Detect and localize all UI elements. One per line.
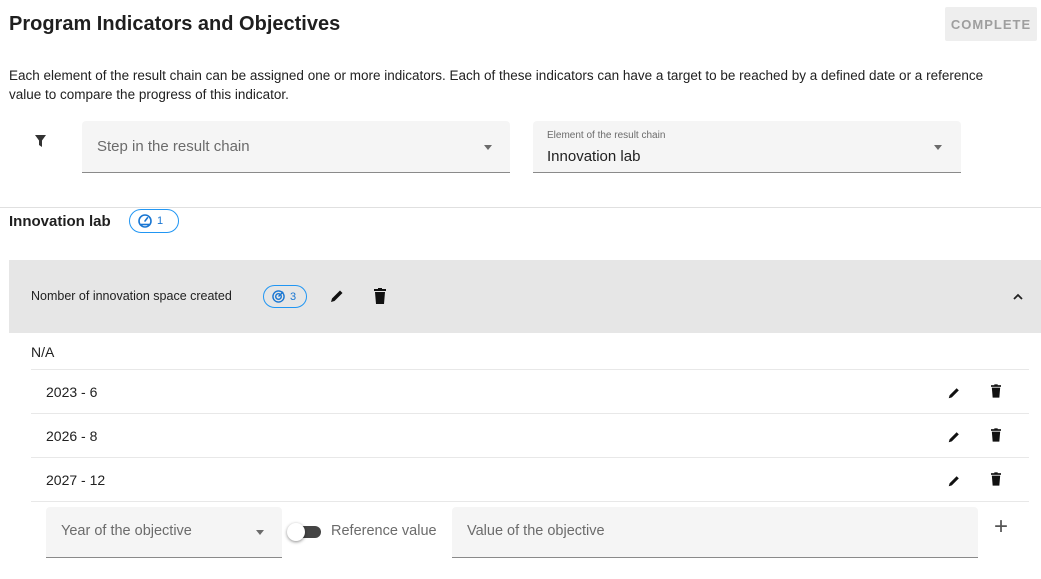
step-select[interactable]: Step in the result chain [82, 121, 510, 173]
step-select-placeholder: Step in the result chain [97, 138, 250, 155]
objective-row: 2023 - 6 [31, 369, 1029, 414]
chevron-up-icon[interactable] [1013, 293, 1023, 300]
reference-value-toggle[interactable] [287, 523, 323, 541]
filter-icon [35, 135, 46, 147]
chevron-down-icon [256, 530, 264, 535]
section-divider [0, 207, 1041, 208]
element-select[interactable]: Element of the result chain Innovation l… [533, 121, 961, 173]
indicator-title: Nomber of innovation space created [31, 289, 232, 303]
chevron-down-icon [934, 145, 942, 150]
reference-value-label: Reference value [331, 523, 437, 539]
element-select-value: Innovation lab [547, 148, 641, 165]
toggle-thumb [287, 523, 305, 541]
objective-count-badge: 3 [263, 285, 307, 308]
indicator-panel-body: N/A 2023 - 6 2026 - 8 2027 - 12 Year of … [9, 333, 1041, 579]
edit-indicator-icon[interactable] [329, 288, 345, 304]
complete-button[interactable]: COMPLETE [945, 7, 1037, 41]
indicator-count: 1 [157, 215, 164, 227]
objective-label: 2023 - 6 [46, 384, 98, 400]
baseline-value: N/A [31, 344, 55, 360]
edit-icon[interactable] [947, 430, 961, 444]
delete-icon[interactable] [991, 384, 1001, 398]
speedometer-icon [138, 214, 152, 228]
edit-icon[interactable] [947, 474, 961, 488]
chevron-down-icon [484, 145, 492, 150]
new-objective-form: Year of the objective Reference value Va… [31, 501, 1029, 558]
page-title: Program Indicators and Objectives [9, 13, 341, 35]
objective-year-placeholder: Year of the objective [61, 523, 192, 539]
objective-count: 3 [290, 290, 297, 303]
target-icon [272, 290, 285, 303]
objective-row: 2027 - 12 [31, 457, 1029, 502]
objective-year-select[interactable]: Year of the objective [46, 507, 282, 558]
delete-indicator-icon[interactable] [374, 288, 386, 304]
page-description: Each element of the result chain can be … [9, 68, 984, 102]
objective-label: 2027 - 12 [46, 472, 106, 488]
element-select-label: Element of the result chain [547, 130, 666, 141]
delete-icon[interactable] [991, 472, 1001, 486]
objective-value-placeholder: Value of the objective [467, 523, 605, 539]
delete-icon[interactable] [991, 428, 1001, 442]
indicator-panel-header[interactable]: Nomber of innovation space created 3 [9, 260, 1041, 333]
add-objective-button[interactable]: + [994, 515, 1008, 539]
edit-icon[interactable] [947, 386, 961, 400]
objective-value-input[interactable]: Value of the objective [452, 507, 978, 558]
section-title: Innovation lab [9, 213, 111, 230]
objective-row: 2026 - 8 [31, 413, 1029, 458]
indicator-count-badge: 1 [129, 209, 179, 233]
objective-label: 2026 - 8 [46, 428, 98, 444]
